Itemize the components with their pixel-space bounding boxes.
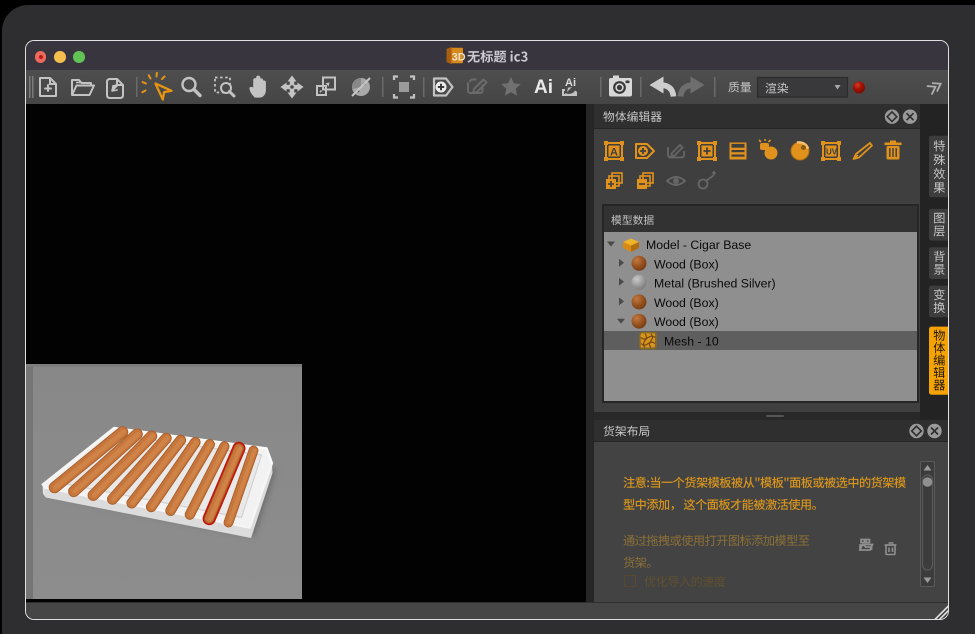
svg-text:Wood (Box): Wood (Box) (654, 257, 719, 271)
svg-text:UV: UV (826, 148, 838, 157)
svg-text:Ai: Ai (534, 77, 553, 98)
svg-text:A: A (610, 146, 618, 158)
svg-text:Model - Cigar Base: Model - Cigar Base (646, 238, 751, 252)
svg-text:Wood (Box): Wood (Box) (654, 296, 719, 310)
svg-text:Ai: Ai (565, 77, 576, 89)
svg-text:Wood (Box): Wood (Box) (654, 315, 719, 329)
svg-text:Mesh - 10: Mesh - 10 (664, 335, 719, 349)
svg-text:3D: 3D (452, 51, 466, 63)
svg-text:Metal (Brushed Silver): Metal (Brushed Silver) (654, 276, 776, 290)
